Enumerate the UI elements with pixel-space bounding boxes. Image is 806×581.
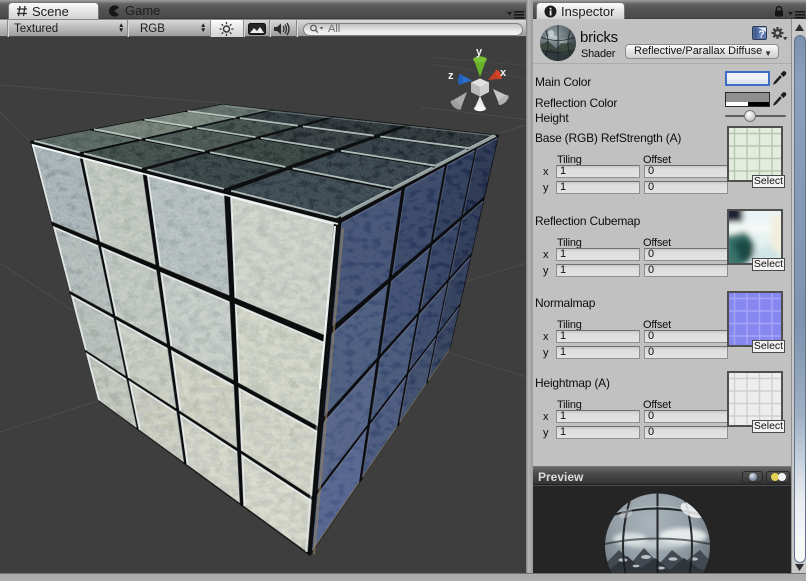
svg-text:x: x (500, 67, 507, 79)
svg-text:?: ? (758, 30, 764, 41)
svg-text:y: y (476, 46, 483, 58)
svg-text:z: z (448, 70, 454, 82)
